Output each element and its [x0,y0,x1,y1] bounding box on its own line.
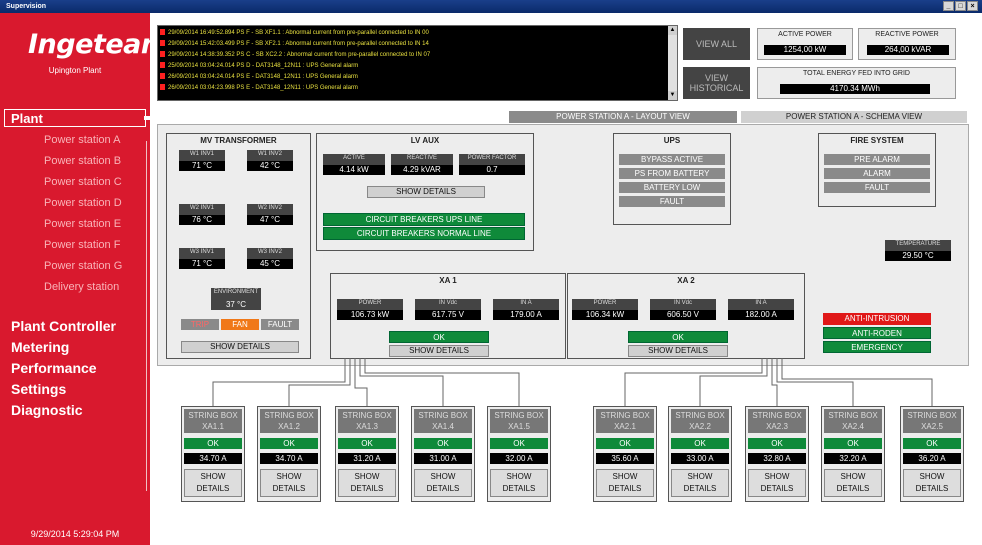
string-box-xa2-2: STRING BOX XA2.2 OK 33.00 A SHOW DETAILS [668,406,732,502]
string-box-current: 36.20 A [903,453,961,464]
string-box-current: 34.70 A [184,453,242,464]
string-box-xa2-1: STRING BOX XA2.1 OK 35.60 A SHOW DETAILS [593,406,657,502]
string-box-status: OK [338,438,396,449]
string-box-show-details-button[interactable]: SHOW DETAILS [338,469,396,497]
string-box-status: OK [184,438,242,449]
string-box-show-details-button[interactable]: SHOW DETAILS [748,469,806,497]
string-box-status: OK [824,438,882,449]
string-box-show-details-button[interactable]: SHOW DETAILS [596,469,654,497]
string-box-header: STRING BOX XA1.1 [184,409,242,433]
string-box-status: OK [748,438,806,449]
string-box-show-details-button[interactable]: SHOW DETAILS [490,469,548,497]
string-box-status: OK [671,438,729,449]
string-box-xa1-5: STRING BOX XA1.5 OK 32.00 A SHOW DETAILS [487,406,551,502]
string-box-status: OK [596,438,654,449]
string-box-xa1-4: STRING BOX XA1.4 OK 31.00 A SHOW DETAILS [411,406,475,502]
string-box-xa1-2: STRING BOX XA1.2 OK 34.70 A SHOW DETAILS [257,406,321,502]
string-box-show-details-button[interactable]: SHOW DETAILS [184,469,242,497]
string-box-show-details-button[interactable]: SHOW DETAILS [903,469,961,497]
string-box-current: 34.70 A [260,453,318,464]
string-box-current: 35.60 A [596,453,654,464]
string-box-header: STRING BOX XA2.4 [824,409,882,433]
string-box-status: OK [414,438,472,449]
string-box-show-details-button[interactable]: SHOW DETAILS [260,469,318,497]
string-box-header: STRING BOX XA2.2 [671,409,729,433]
string-box-header: STRING BOX XA2.5 [903,409,961,433]
string-box-show-details-button[interactable]: SHOW DETAILS [824,469,882,497]
string-box-current: 32.00 A [490,453,548,464]
string-box-header: STRING BOX XA1.3 [338,409,396,433]
string-box-current: 31.00 A [414,453,472,464]
string-box-xa1-3: STRING BOX XA1.3 OK 31.20 A SHOW DETAILS [335,406,399,502]
string-box-show-details-button[interactable]: SHOW DETAILS [414,469,472,497]
string-box-header: STRING BOX XA1.4 [414,409,472,433]
string-box-xa1-1: STRING BOX XA1.1 OK 34.70 A SHOW DETAILS [181,406,245,502]
string-box-show-details-button[interactable]: SHOW DETAILS [671,469,729,497]
string-box-current: 33.00 A [671,453,729,464]
string-box-status: OK [903,438,961,449]
string-box-header: STRING BOX XA2.1 [596,409,654,433]
string-box-xa2-3: STRING BOX XA2.3 OK 32.80 A SHOW DETAILS [745,406,809,502]
string-box-current: 32.80 A [748,453,806,464]
string-box-xa2-5: STRING BOX XA2.5 OK 36.20 A SHOW DETAILS [900,406,964,502]
string-box-status: OK [260,438,318,449]
string-box-current: 32.20 A [824,453,882,464]
string-box-status: OK [490,438,548,449]
string-box-current: 31.20 A [338,453,396,464]
string-box-xa2-4: STRING BOX XA2.4 OK 32.20 A SHOW DETAILS [821,406,885,502]
string-box-header: STRING BOX XA2.3 [748,409,806,433]
string-box-header: STRING BOX XA1.5 [490,409,548,433]
string-box-header: STRING BOX XA1.2 [260,409,318,433]
